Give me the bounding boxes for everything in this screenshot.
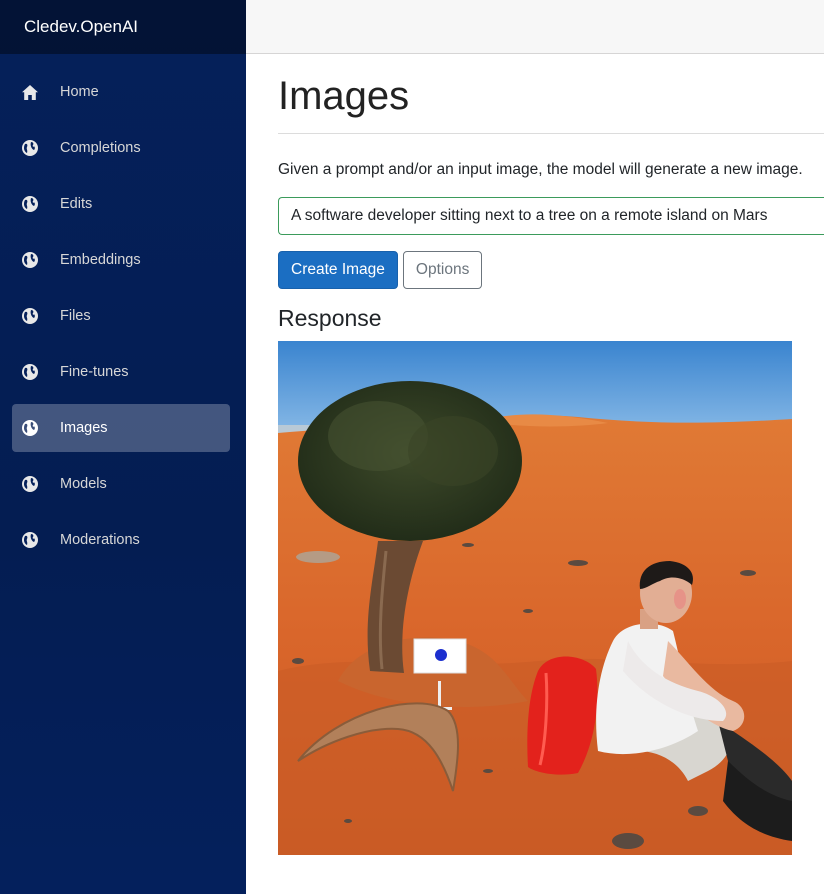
sidebar-item-label: Edits [60,196,93,212]
brand-bar: Cledev.OpenAI [0,0,246,54]
brand-link[interactable]: Cledev.OpenAI [24,17,138,37]
globe-icon [20,250,40,270]
sidebar-item-label: Embeddings [60,252,141,268]
home-icon [20,82,40,102]
globe-icon [20,138,40,158]
main-content: Images Given a prompt and/or an input im… [246,0,824,894]
generated-image [278,341,792,855]
sidebar-item-files[interactable]: Files [12,292,230,340]
sidebar-item-edits[interactable]: Edits [12,180,230,228]
options-button[interactable]: Options [402,251,483,289]
globe-icon [20,362,40,382]
top-bar [246,0,824,54]
sidebar-item-label: Moderations [60,532,140,548]
page-content: Images Given a prompt and/or an input im… [246,76,824,855]
globe-icon [20,194,40,214]
sidebar-item-label: Completions [60,140,141,156]
sign-post [438,681,441,709]
app-root: Cledev.OpenAI Home Completions Edits Emb… [0,0,824,894]
sidebar-item-home[interactable]: Home [12,68,230,116]
title-divider [278,133,824,134]
sidebar-item-label: Files [60,308,91,324]
sidebar-item-images[interactable]: Images [12,404,230,452]
sidebar-item-models[interactable]: Models [12,460,230,508]
page-title: Images [278,74,410,118]
sidebar-item-label: Home [60,84,99,100]
globe-icon [20,530,40,550]
globe-icon [20,306,40,326]
button-row: Create Image Options [278,251,824,289]
sidebar-nav: Home Completions Edits Embeddings Files … [0,54,246,564]
globe-icon [20,418,40,438]
sidebar-item-label: Images [60,420,108,436]
sign-dot [435,649,447,661]
sidebar: Cledev.OpenAI Home Completions Edits Emb… [0,0,246,894]
create-image-button[interactable]: Create Image [278,251,398,289]
page-description: Given a prompt and/or an input image, th… [278,161,803,178]
response-heading: Response [278,305,382,331]
sidebar-item-completions[interactable]: Completions [12,124,230,172]
sidebar-item-moderations[interactable]: Moderations [12,516,230,564]
sidebar-item-embeddings[interactable]: Embeddings [12,236,230,284]
sidebar-item-fine-tunes[interactable]: Fine-tunes [12,348,230,396]
globe-icon [20,474,40,494]
prompt-input[interactable] [278,197,824,235]
sidebar-item-label: Fine-tunes [60,364,129,380]
sidebar-item-label: Models [60,476,107,492]
